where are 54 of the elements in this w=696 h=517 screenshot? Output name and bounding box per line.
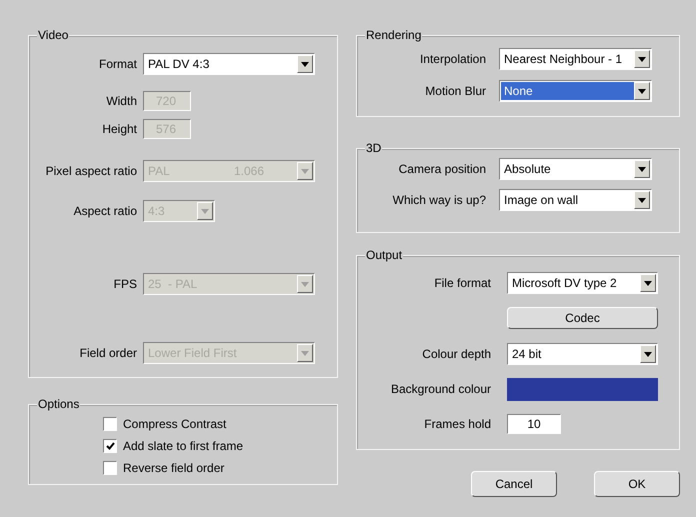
field-label: Motion Blur [424, 83, 486, 100]
caret-down-icon [644, 280, 652, 286]
dropdown-arrow-button[interactable] [634, 50, 650, 68]
field-label: Field order [78, 345, 137, 362]
dialog-button[interactable]: OK [594, 471, 680, 497]
dropdown[interactable]: Image on wall [499, 189, 652, 211]
group-title: Rendering [365, 27, 422, 43]
dropdown-arrow-button[interactable] [297, 55, 313, 73]
caret-down-icon [644, 352, 652, 356]
dialog-button[interactable]: Cancel [471, 471, 557, 497]
caret-down-icon [301, 62, 309, 66]
field-label: Format [98, 56, 137, 73]
field-label: Interpolation [418, 51, 486, 68]
caret-down-icon [638, 166, 646, 172]
field-label: FPS [112, 276, 137, 293]
checkbox-option[interactable]: Add slate to first frame [103, 435, 244, 457]
checkbox[interactable] [103, 439, 117, 453]
dropdown-arrow-button[interactable] [634, 160, 650, 178]
checkbox-option[interactable]: Compress Contrast [103, 413, 226, 435]
colour-swatch[interactable] [507, 378, 658, 400]
dropdown-arrow-button[interactable] [634, 191, 650, 209]
field-label: Background colour [390, 381, 491, 398]
dropdown[interactable]: 24 bit [507, 343, 658, 365]
field-label: File format [433, 275, 491, 292]
dropdown-arrow-button[interactable] [634, 82, 650, 100]
checkbox-option[interactable]: Reverse field order [103, 457, 224, 479]
dropdown[interactable]: None [499, 80, 652, 102]
number-field[interactable]: 10 [507, 414, 561, 434]
caret-down-icon [301, 168, 309, 174]
field-label: Frames hold [423, 416, 491, 433]
checkmark-icon [106, 442, 114, 450]
caret-down-icon [638, 198, 646, 202]
caret-down-icon [201, 208, 209, 214]
checkbox[interactable] [103, 461, 117, 475]
field-label: Which way is up? [392, 192, 486, 209]
field-label: Height [101, 121, 137, 138]
caret-down-icon [301, 350, 309, 356]
checkbox[interactable] [103, 417, 117, 431]
field-label: Aspect ratio [72, 203, 137, 220]
field-label: Camera position [398, 161, 486, 178]
dropdown-arrow-button[interactable] [640, 274, 656, 292]
field-label: Width [105, 93, 137, 110]
caret-down-icon [638, 88, 646, 94]
group-title: Options [37, 396, 80, 412]
caret-down-icon [301, 282, 309, 286]
dropdown-arrow-button[interactable] [640, 345, 656, 363]
caret-down-icon [638, 56, 646, 62]
dropdown[interactable]: Microsoft DV type 2 [507, 272, 658, 294]
dropdown[interactable]: PAL DV 4:3 [143, 53, 315, 75]
field-label: Colour depth [421, 346, 491, 363]
dropdown[interactable]: Absolute [499, 158, 652, 180]
dropdown[interactable]: Nearest Neighbour - 1 [499, 48, 652, 70]
field-label: Pixel aspect ratio [44, 163, 137, 180]
codec-button[interactable]: Codec [507, 307, 658, 329]
